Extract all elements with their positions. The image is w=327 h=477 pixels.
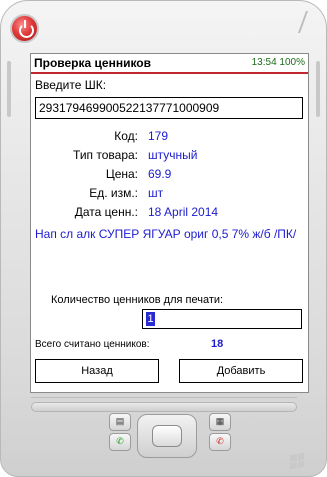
- field-label-price: Цена:: [105, 167, 138, 181]
- qty-value: 1: [146, 312, 155, 326]
- status-time: 13:54: [251, 57, 277, 68]
- field-label-code: Код:: [114, 129, 138, 143]
- qty-input[interactable]: 1: [142, 309, 302, 329]
- phone-call-icon[interactable]: ✆: [109, 433, 131, 451]
- total-label: Всего считано ценников:: [35, 339, 150, 350]
- qty-label: Количество ценников для печати:: [51, 294, 224, 306]
- field-row-unit: Ед. изм.: шт: [31, 186, 303, 202]
- total-value: 18: [211, 338, 224, 350]
- field-row-type: Тип товара: штучный: [31, 148, 303, 164]
- page-title: Проверка ценников: [34, 56, 151, 70]
- right-softkey-icon[interactable]: ▦: [209, 413, 231, 431]
- dpad[interactable]: [137, 414, 197, 458]
- field-value-code: 179: [148, 129, 169, 143]
- power-icon[interactable]: [10, 14, 39, 43]
- windows-logo-icon: [290, 452, 304, 470]
- field-value-unit: шт: [148, 186, 164, 200]
- title-bar: Проверка ценников 13:54 100%: [31, 54, 308, 74]
- field-label-type: Тип товара:: [73, 148, 138, 162]
- stylus-slot: [297, 11, 323, 33]
- side-button-right[interactable]: [316, 61, 320, 117]
- add-button[interactable]: Добавить: [179, 359, 303, 383]
- phone-end-icon[interactable]: ✆: [209, 433, 231, 451]
- side-button-left[interactable]: [7, 61, 11, 117]
- battery-level: 100%: [279, 57, 305, 68]
- dpad-center-button[interactable]: [152, 425, 182, 447]
- field-value-type: штучный: [148, 148, 198, 162]
- field-row-date: Дата ценн.: 18 April 2014: [31, 205, 303, 221]
- left-softkey-icon[interactable]: ▤: [109, 413, 131, 431]
- field-label-unit: Ед. изм.:: [89, 186, 138, 200]
- app-screen: Проверка ценников 13:54 100% Введите ШК:…: [30, 53, 309, 393]
- field-value-price: 69.9: [148, 167, 172, 181]
- back-button[interactable]: Назад: [35, 359, 159, 383]
- field-value-date: 18 April 2014: [148, 205, 219, 219]
- field-label-date: Дата ценн.:: [74, 205, 138, 219]
- barcode-input[interactable]: 293179469900522137771000909: [35, 97, 303, 119]
- field-row-code: Код: 179: [31, 129, 303, 145]
- pda-device-frame: Проверка ценников 13:54 100% Введите ШК:…: [0, 0, 327, 477]
- softkey-bar[interactable]: [31, 402, 297, 412]
- status-clock: 13:54 100%: [252, 57, 305, 68]
- product-description: Нап сл алк СУПЕР ЯГУАР ориг 0,5 7% ж/б /…: [35, 227, 297, 241]
- barcode-label: Введите ШК:: [35, 78, 107, 92]
- field-row-price: Цена: 69.9: [31, 167, 303, 183]
